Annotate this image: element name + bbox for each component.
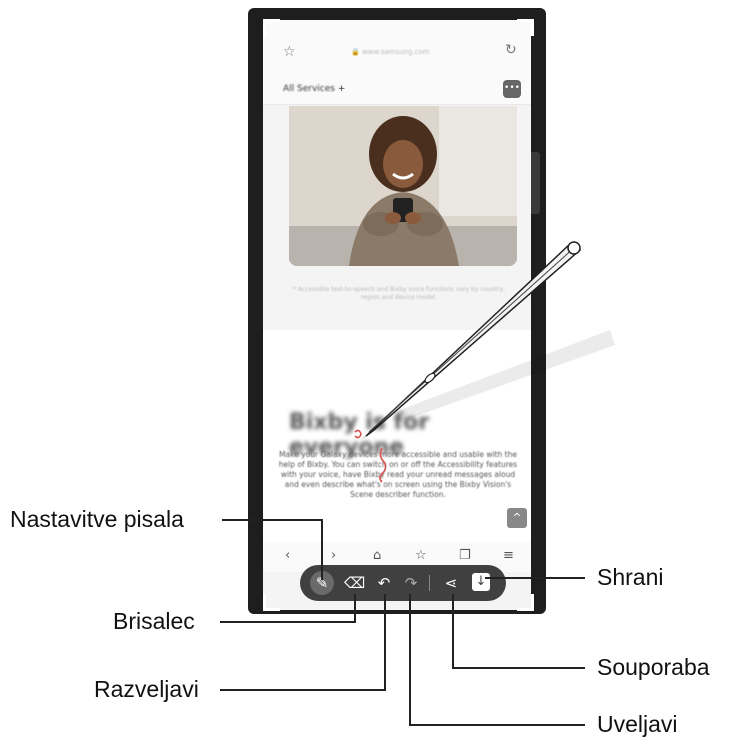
callout-pen-settings: Nastavitve pisala — [10, 506, 184, 532]
callout-undo: Razveljavi — [94, 676, 199, 702]
callout-eraser: Brisalec — [113, 608, 195, 634]
callout-save: Shrani — [597, 564, 664, 590]
callout-lines — [220, 519, 585, 726]
callout-redo: Uveljavi — [597, 711, 678, 737]
callout-share: Souporaba — [597, 654, 710, 680]
